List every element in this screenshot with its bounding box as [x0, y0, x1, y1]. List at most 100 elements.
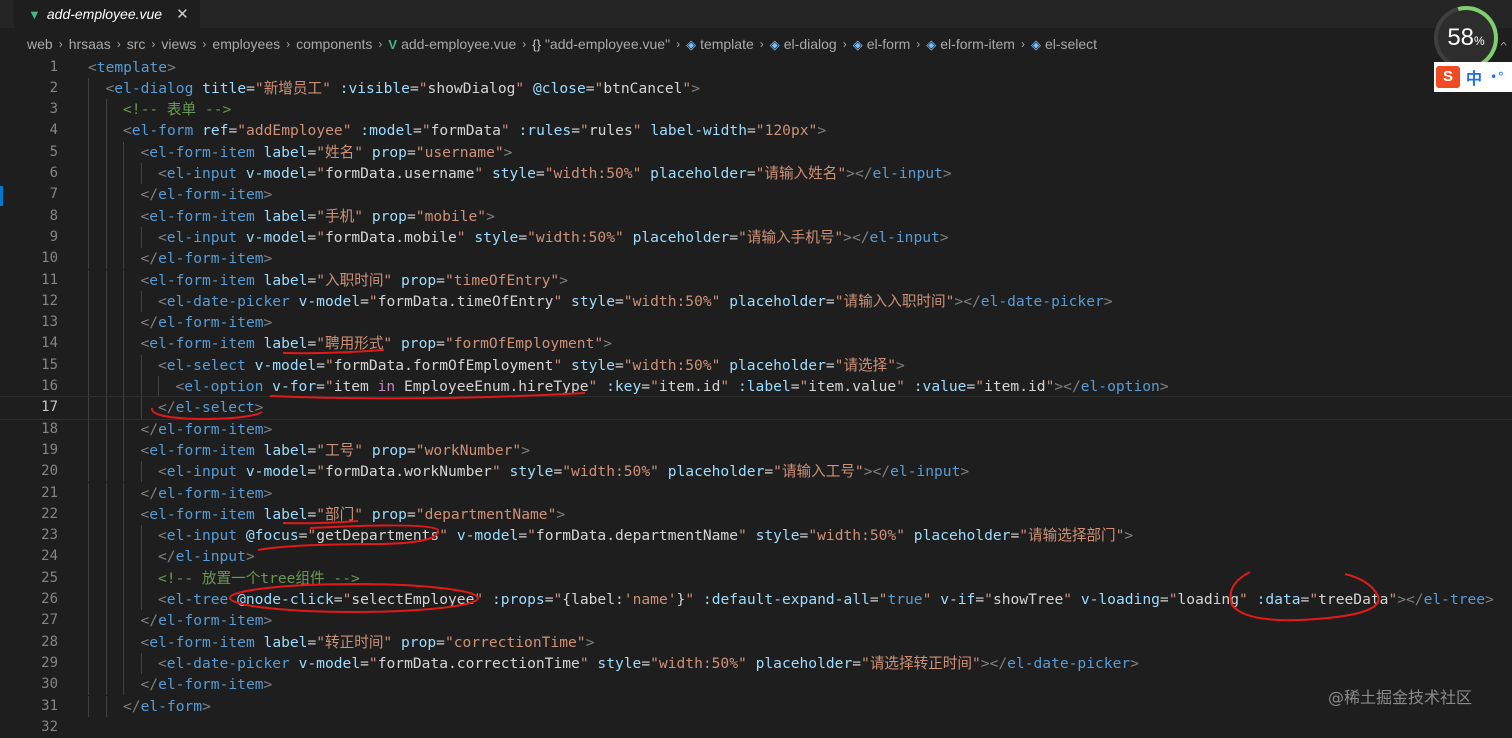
indent-guide	[123, 631, 124, 653]
line-number: 11	[41, 271, 58, 288]
code-line[interactable]: 6 <el-input v-model="formData.username" s…	[0, 163, 1512, 185]
code-line[interactable]: 31 </el-form>	[0, 695, 1512, 717]
sogou-logo-icon: S	[1436, 66, 1460, 88]
chevron-right-icon: ›	[759, 37, 764, 51]
ime-toolbar[interactable]: S 中 •°	[1434, 62, 1512, 92]
indent-guide	[123, 546, 124, 568]
code-line[interactable]: 18 </el-form-item>	[0, 418, 1512, 440]
code-token: "width:50%"	[650, 654, 747, 672]
code-line[interactable]: 10 </el-form-item>	[0, 248, 1512, 270]
code-token: "请输入工号"	[773, 463, 864, 481]
code-line[interactable]: 26 <el-tree @node-click="selectEmployee" …	[0, 589, 1512, 611]
code-token: =	[406, 505, 416, 523]
code-line[interactable]: 12 <el-date-picker v-model="formData.time…	[0, 290, 1512, 313]
code-line[interactable]: 9 <el-input v-model="formData.mobile" sty…	[0, 226, 1512, 249]
code-token: "	[316, 463, 325, 481]
breadcrumb-item[interactable]: src	[127, 36, 146, 52]
chevron-right-icon: ›	[522, 37, 527, 51]
code-line[interactable]: 22 <el-form-item label="部门" prop="departm…	[0, 503, 1512, 526]
code-token: v-model	[254, 356, 317, 374]
ime-punct-icon[interactable]: •°	[1490, 70, 1504, 84]
breadcrumb-item[interactable]: views	[161, 36, 196, 52]
code-line[interactable]: 25 <!-- 放置一个tree组件 -->	[0, 567, 1512, 589]
indent-guide	[123, 141, 124, 163]
code-line[interactable]: 8 <el-form-item label="手机" prop="mobile">	[0, 205, 1512, 227]
code-line[interactable]: 32	[0, 717, 1512, 738]
code-line[interactable]: 24 </el-input>	[0, 546, 1512, 568]
indent-guide	[105, 397, 107, 419]
code-token: "请选择"	[834, 356, 897, 374]
breadcrumb-item[interactable]: ◈ el-form	[853, 36, 911, 53]
code-line[interactable]: 30 </el-form-item>	[0, 674, 1512, 696]
code-token: <	[158, 228, 167, 246]
breadcrumb-item[interactable]: {} "add-employee.vue"	[532, 36, 670, 52]
code-line[interactable]: 3 <!-- 表单 -->	[0, 99, 1512, 121]
code-token: placeholder	[667, 463, 765, 481]
code-line[interactable]: 20 <el-input v-model="formData.workNumber…	[0, 461, 1512, 483]
code-line[interactable]: 17 </el-select>	[0, 396, 1512, 420]
breadcrumb-item[interactable]: ◈ el-select	[1031, 36, 1097, 53]
indent-guide	[105, 184, 107, 206]
code-token: v-model	[298, 654, 361, 672]
code-line[interactable]: 7 </el-form-item>	[0, 184, 1512, 206]
code-line[interactable]: 29 <el-date-picker v-model="formData.corr…	[0, 652, 1512, 675]
breadcrumb-item[interactable]: ◈ el-form-item	[926, 36, 1015, 53]
code-editor[interactable]: 1 <template> 2 <el-dialog title="新增员工" :vis…	[0, 56, 1512, 735]
code-token: </	[140, 186, 159, 204]
code-line[interactable]: 23 <el-input @focus="getDepartments" v-mo…	[0, 525, 1512, 547]
code-token: >	[263, 484, 273, 502]
breadcrumb-item[interactable]: hrsaas	[69, 36, 111, 52]
line-number: 23	[41, 527, 58, 544]
breadcrumb-item[interactable]: web	[27, 36, 53, 52]
line-number: 16	[41, 378, 58, 394]
code-line[interactable]: 16 <el-option v-for="item in EmployeeEnum…	[0, 376, 1512, 398]
code-token: el-input	[175, 548, 246, 566]
code-token: "mobile"	[415, 207, 487, 225]
indent-guide	[88, 674, 89, 696]
code-token: "	[580, 122, 589, 140]
code-line[interactable]: 2 <el-dialog title="新增员工" :visible="showD…	[0, 77, 1512, 100]
code-line[interactable]: 15 <el-select v-model="formData.formOfEmp…	[0, 354, 1512, 376]
line-number: 29	[41, 654, 58, 671]
indent-guide	[88, 120, 89, 142]
code-line[interactable]: 21 </el-form-item>	[0, 482, 1512, 504]
indent-guide	[123, 418, 124, 440]
breadcrumb-item[interactable]: ◈ el-dialog	[770, 36, 837, 53]
code-line[interactable]: 19 <el-form-item label="工号" prop="workNum…	[0, 439, 1512, 462]
indent-guide	[105, 141, 107, 163]
code-line[interactable]: 11 <el-form-item label="入职时间" prop="timeO…	[0, 269, 1512, 291]
breadcrumb-item[interactable]: ◈ template	[686, 36, 754, 53]
code-token: </	[158, 548, 176, 566]
code-line[interactable]: 4 <el-form ref="addEmployee" :model="form…	[0, 120, 1512, 142]
breadcrumb-item[interactable]: components	[296, 36, 372, 52]
breadcrumb-item[interactable]: employees	[212, 36, 280, 52]
close-icon[interactable]: ✕	[176, 5, 189, 23]
tab-add-employee[interactable]: ▼ add-employee.vue ✕	[14, 0, 200, 28]
breadcrumb-item[interactable]: Vadd-employee.vue	[388, 36, 516, 52]
code-line[interactable]: 28 <el-form-item label="转正时间" prop="corre…	[0, 631, 1512, 653]
code-token: el-form-item	[149, 335, 255, 353]
indent-guide	[88, 525, 89, 547]
line-number: 14	[41, 335, 58, 352]
chevron-right-icon: ›	[151, 37, 156, 51]
chevron-up-icon[interactable]: ^	[1500, 40, 1507, 54]
code-token: =	[413, 122, 422, 140]
code-line[interactable]: 13 </el-form-item>	[0, 312, 1512, 334]
code-line[interactable]: 5 <el-form-item label="姓名" prop="username…	[0, 141, 1512, 163]
code-token: "	[324, 356, 334, 374]
code-token: <	[158, 292, 167, 310]
code-line[interactable]: 14 <el-form-item label="聘用形式" prop="formO…	[0, 333, 1512, 355]
indent-guide	[140, 354, 142, 376]
ime-mode[interactable]: 中	[1466, 65, 1482, 89]
indent-guide	[88, 77, 89, 100]
code-token: "	[553, 591, 563, 608]
code-line[interactable]: 1 <template>	[0, 57, 1512, 78]
code-token: el-input	[166, 527, 238, 545]
code-line[interactable]: 27 </el-form-item>	[0, 610, 1512, 632]
code-token: >	[585, 633, 595, 651]
code-token: "	[685, 591, 695, 608]
